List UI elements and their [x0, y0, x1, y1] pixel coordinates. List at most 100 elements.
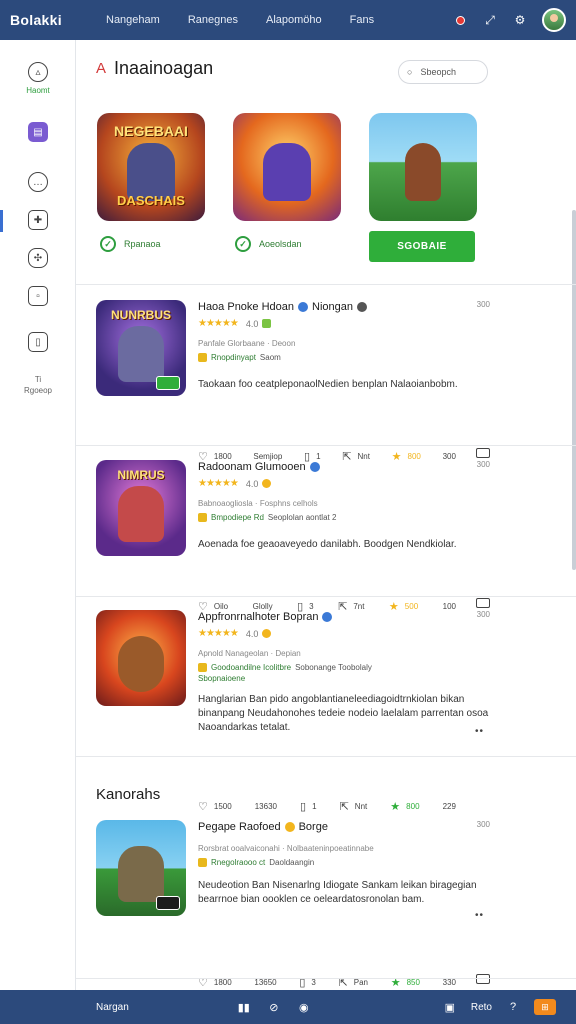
avatar[interactable] [542, 8, 566, 32]
expand-more-icon[interactable]: •• [475, 726, 484, 737]
app-thumbnail[interactable]: NIMRUS [96, 460, 186, 556]
list-item[interactable]: NIMRUS Radoonam Glumooen 300 ★★★★★ 4.0 B… [96, 460, 490, 613]
nav-item-3[interactable]: Alapomöho [266, 14, 322, 26]
card-count: 300 [476, 300, 490, 309]
card-title[interactable]: Radoonam Glumooen [198, 461, 306, 473]
rating-stars: ★★★★★ [198, 318, 239, 329]
card-meta-3: Sbopnaioene [198, 674, 246, 683]
star-action[interactable]: ★ 800 [390, 800, 419, 813]
sidebar-item-media[interactable]: ▫ [0, 286, 76, 306]
share-action[interactable]: ⇱ Nnt [340, 800, 368, 813]
card-title[interactable]: Appfronrnalhoter Bopran [198, 611, 318, 623]
views-action[interactable]: 229 [443, 800, 456, 813]
card-title-row: Appfronrnalhoter Bopran [198, 610, 490, 624]
sidebar-item-chat[interactable]: … [0, 172, 76, 192]
save-action[interactable]: ▯ 1 [300, 800, 317, 813]
card-description: Neudeotion Ban Nisenarlng Idiogate Sanka… [198, 880, 477, 905]
sidebar-item-label: Haomt [26, 86, 50, 95]
app-thumbnail[interactable] [96, 610, 186, 706]
thumbnail-art [118, 486, 164, 542]
more-icon[interactable] [476, 974, 490, 987]
bookmark-icon: ▯ [300, 801, 307, 813]
card-title[interactable]: Haoa Pnoke Hdoan [198, 301, 294, 313]
sidebar-bottom-label-1: Ti [34, 375, 42, 384]
card-title-row: Radoonam Glumooen [198, 460, 490, 474]
window-icon[interactable]: ▣ [443, 1000, 457, 1014]
home-icon: ▵ [28, 62, 48, 82]
thumbnail-title: NUNRBUS [111, 308, 171, 322]
nav-item-1[interactable]: Nangeham [106, 14, 160, 26]
list-item[interactable]: Pegape Raofoed Borge 300 Rorsbrat ooalva… [96, 820, 490, 989]
notification-icon[interactable] [452, 12, 468, 28]
featured-status-2: ✓ Aoeolsdan [235, 236, 302, 252]
rating: ★★★★★ 4.0 [198, 478, 490, 489]
rating-badge-icon [262, 319, 272, 328]
media-icon: ▫ [28, 286, 48, 306]
featured-subtitle: DASCHAIS [117, 193, 185, 208]
verified-icon [322, 612, 333, 622]
card-description: Aoenada foe geaoaveyedo danilabh. Boodge… [198, 539, 457, 550]
scrollbar[interactable] [572, 210, 576, 570]
sidebar-item-puzzle[interactable]: ✚ [0, 210, 76, 230]
search-input[interactable]: Sbeopch [420, 67, 456, 77]
bottom-controls: ▮▮ ⊘ ◉ [237, 1000, 311, 1014]
chat-bubble-icon[interactable]: ◉ [297, 1000, 311, 1014]
expand-icon[interactable]: ⤢ [482, 12, 498, 28]
app-logo[interactable]: Bolakki [10, 12, 90, 28]
apps-icon[interactable]: ⊞ [534, 999, 556, 1015]
featured-art [263, 143, 311, 201]
verified-icon [357, 302, 367, 312]
rating: ★★★★★ 4.0 [198, 318, 490, 329]
card-title-extra: Borge [298, 821, 328, 833]
thumbnail-art [118, 326, 164, 382]
nav-item-4[interactable]: Fans [350, 14, 374, 26]
card-meta: Babnoaogliosla · Fosphns celhols [198, 499, 318, 508]
bottom-bar-label[interactable]: Nargan [96, 1002, 129, 1013]
store-icon: ▤ [28, 122, 48, 142]
sidebar-item-reports[interactable]: Ti Rgoeop [0, 370, 76, 396]
like-action[interactable]: ♡ 1500 [198, 800, 232, 813]
rating-badge-icon [262, 479, 272, 488]
featured-tile-2[interactable] [233, 113, 341, 221]
help-icon[interactable]: ? [506, 1000, 520, 1014]
featured-title: NEGEBAAI [114, 123, 188, 139]
card-title-row: Haoa Pnoke Hdoan Niongan [198, 300, 490, 314]
section-title: Kanorahs [96, 786, 161, 803]
columns-icon[interactable]: ▮▮ [237, 1000, 251, 1014]
tag-icon [198, 663, 207, 672]
card-info: Radoonam Glumooen 300 ★★★★★ 4.0 Babnoaog… [198, 460, 490, 552]
check-icon: ✓ [100, 236, 116, 252]
card-meta-2: Goodoandilne Icolitbre Sobonange Toobola… [198, 663, 490, 672]
featured-tile-1[interactable]: NEGEBAAI DASCHAIS [97, 113, 205, 221]
app-thumbnail[interactable] [96, 820, 186, 916]
card-description: Hanglarian Ban pido angoblantianeleediag… [198, 694, 489, 733]
card-tag: Rnopdinyapt [211, 353, 256, 362]
list-item[interactable]: NUNRBUS Haoa Pnoke Hdoan Niongan 300 ★★★… [96, 300, 490, 463]
sidebar-item-book[interactable]: ▯ [0, 332, 76, 352]
comment-action[interactable]: 13630 [255, 800, 277, 813]
search-box[interactable]: ○ Sbeopch [398, 60, 488, 84]
featured-action-button[interactable]: SGOBAIE [369, 231, 475, 262]
thumbnail-badge [156, 896, 180, 910]
rating-badge-icon [262, 629, 272, 638]
card-actions: ♡ 1500 13630 ▯ 1 ⇱ Nnt ★ 800 229 [198, 800, 456, 813]
brain-icon: ✣ [28, 248, 48, 268]
featured-status-1: ✓ Rpanaoa [100, 236, 161, 252]
nav-item-2[interactable]: Ranegnes [188, 14, 238, 26]
card-title[interactable]: Pegape Raofoed [198, 821, 281, 833]
list-item[interactable]: Appfronrnalhoter Bopran 300 ★★★★★ 4.0 Ap… [96, 610, 490, 813]
action-count: Pan [353, 978, 368, 987]
expand-more-icon[interactable]: •• [475, 910, 484, 921]
featured-tile-3[interactable] [369, 113, 477, 221]
app-thumbnail[interactable]: NUNRBUS [96, 300, 186, 396]
card-info: Haoa Pnoke Hdoan Niongan 300 ★★★★★ 4.0 P… [198, 300, 490, 392]
sidebar-item-brain[interactable]: ✣ [0, 248, 76, 268]
action-count: 13630 [254, 802, 277, 811]
card-title-row: Pegape Raofoed Borge [198, 820, 490, 834]
action-count: 229 [442, 802, 456, 811]
sidebar-item-home[interactable]: ▵ Haomt [0, 62, 76, 95]
bottom-right-label[interactable]: Reto [471, 1002, 492, 1013]
link-icon[interactable]: ⊘ [267, 1000, 281, 1014]
sidebar-item-store[interactable]: ▤ [0, 122, 76, 142]
settings-icon[interactable]: ⚙ [512, 12, 528, 28]
